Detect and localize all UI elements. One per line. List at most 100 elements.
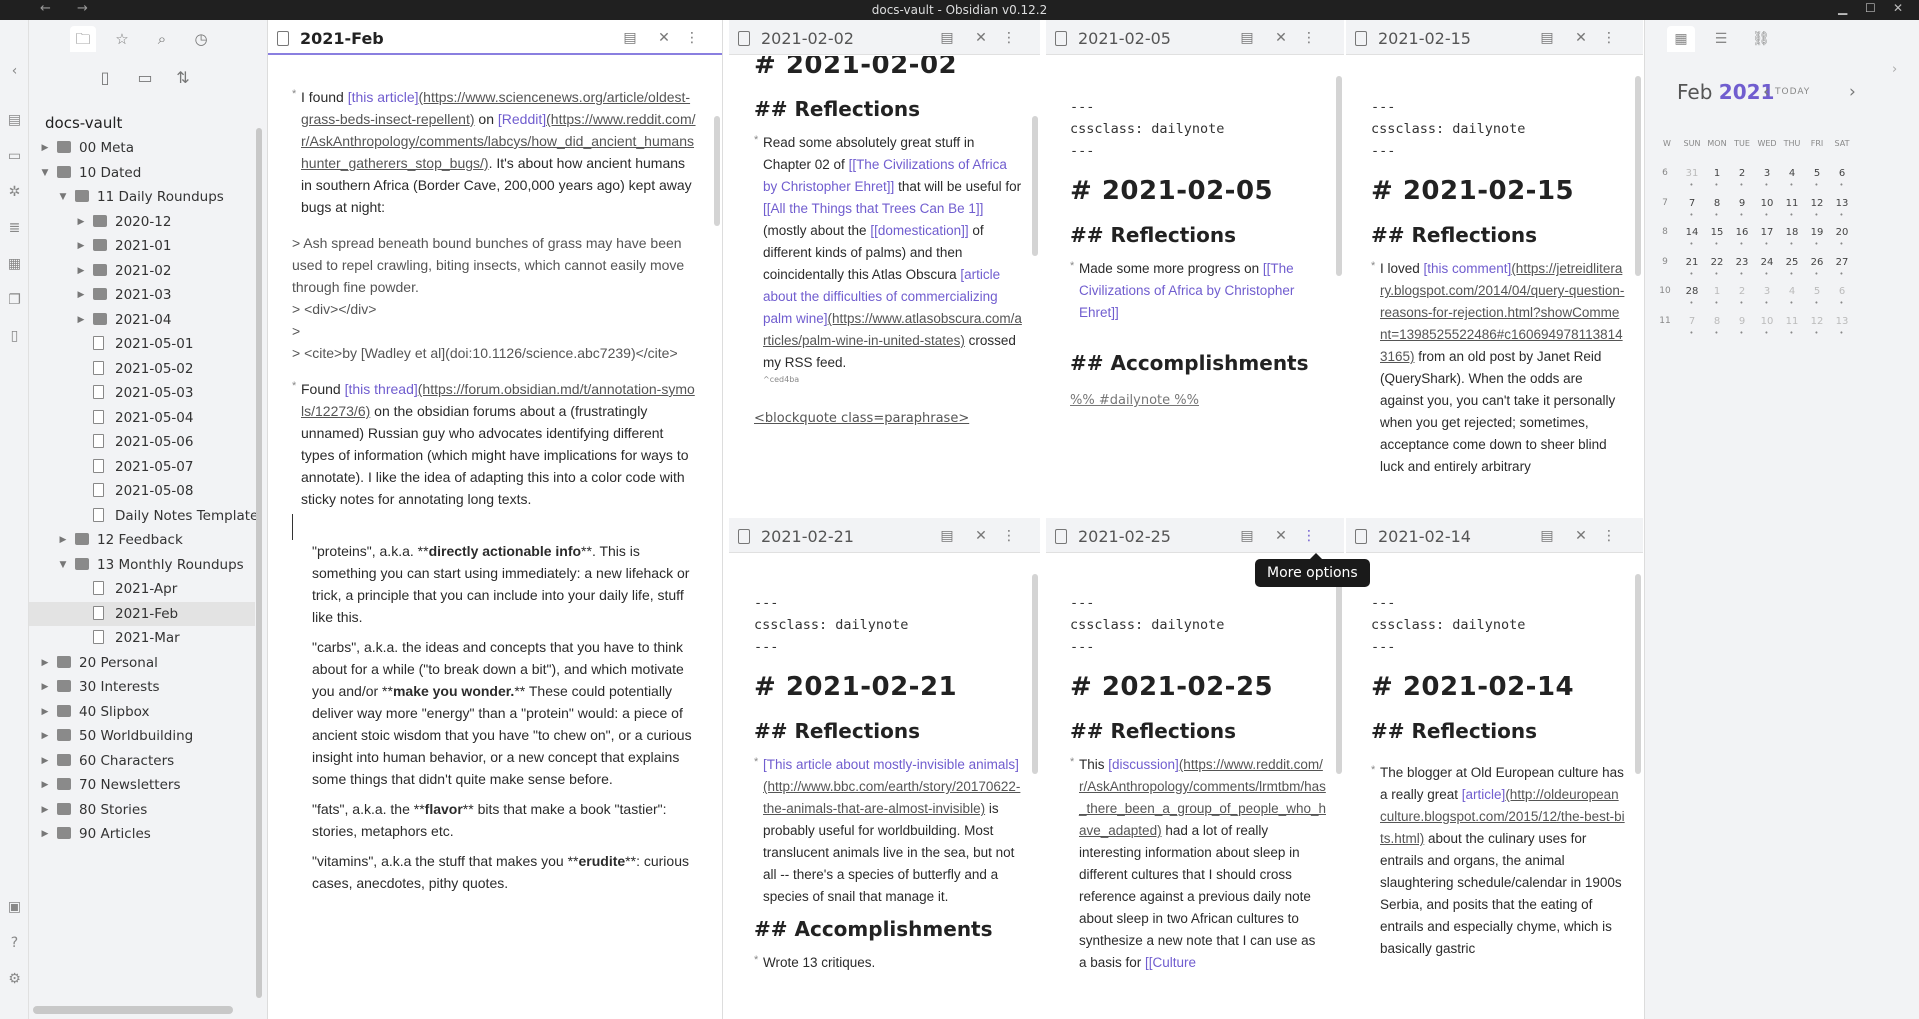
calendar-day[interactable]: 9 <box>1730 316 1754 327</box>
calendar-day[interactable]: 2 <box>1730 168 1754 179</box>
pane-body[interactable]: --- cssclass: dailynote --- # 2021-02-14… <box>1346 554 1643 1019</box>
maximize-button[interactable]: ☐ <box>1865 1 1876 15</box>
more-options-icon[interactable]: ⋮ <box>1599 526 1619 546</box>
tree-file[interactable]: 2021-05-02 <box>29 357 255 381</box>
close-pane-icon[interactable]: ✕ <box>1571 28 1591 48</box>
sort-icon[interactable]: ⇅ <box>171 68 195 92</box>
close-pane-icon[interactable]: ✕ <box>1571 526 1591 546</box>
tree-file[interactable]: 2021-05-03 <box>29 381 255 405</box>
calendar-day[interactable]: 28 <box>1680 286 1704 297</box>
tree-folder[interactable]: ▶ 2020-12 <box>29 210 255 234</box>
calendar-day[interactable]: 21 <box>1680 257 1704 268</box>
minimize-button[interactable]: ▁ <box>1838 1 1847 15</box>
tree-file[interactable]: 2021-05-08 <box>29 479 255 503</box>
tree-file[interactable]: 2021-Feb <box>29 601 255 626</box>
link[interactable]: [article] <box>1462 787 1506 802</box>
pane-body[interactable]: --- cssclass: dailynote --- # 2021-02-25… <box>1046 554 1344 1019</box>
link-tab-icon[interactable]: ⛓ <box>1747 26 1775 52</box>
calendar-week-number[interactable]: 9 <box>1655 257 1675 267</box>
link[interactable]: [discussion] <box>1108 757 1179 772</box>
chevron-right-icon[interactable]: ▶ <box>39 773 51 797</box>
tree-folder[interactable]: ▶ 80 Stories <box>29 798 255 822</box>
tree-file[interactable]: 2021-05-01 <box>29 332 255 356</box>
calendar-day[interactable]: 7 <box>1680 198 1704 209</box>
pane-scrollbar[interactable] <box>1336 76 1342 276</box>
tree-folder[interactable]: ▼ 11 Daily Roundups <box>29 185 255 209</box>
calendar-day[interactable]: 10 <box>1755 198 1779 209</box>
calendar-day[interactable]: 15 <box>1705 227 1729 238</box>
wiki-link[interactable]: [[Culture <box>1145 955 1196 970</box>
chevron-right-icon[interactable]: ▶ <box>39 136 51 160</box>
calendar-day[interactable]: 5 <box>1805 168 1829 179</box>
calendar-day[interactable]: 25 <box>1780 257 1804 268</box>
tree-folder[interactable]: ▶ 2021-02 <box>29 259 255 283</box>
more-options-icon[interactable]: ⋮ <box>1599 28 1619 48</box>
calendar-day[interactable]: 14 <box>1680 227 1704 238</box>
pane-title[interactable]: 2021-02-14 <box>1378 527 1471 546</box>
calendar-week-number[interactable]: 6 <box>1655 168 1675 178</box>
preview-mode-icon[interactable]: ▤ <box>937 28 957 48</box>
preview-mode-icon[interactable]: ▤ <box>1237 28 1257 48</box>
stack-icon[interactable]: ≣ <box>5 219 24 238</box>
tree-file[interactable]: Daily Notes Template <box>29 504 258 528</box>
tree-file[interactable]: 2021-05-04 <box>29 406 255 430</box>
pane-title[interactable]: 2021-02-02 <box>761 29 854 48</box>
calendar-week-number[interactable]: 10 <box>1655 286 1675 296</box>
settings-icon[interactable]: ⚙ <box>5 970 24 989</box>
chevron-right-icon[interactable]: ▶ <box>75 234 87 258</box>
calendar-day[interactable]: 12 <box>1805 316 1829 327</box>
calendar-day[interactable]: 6 <box>1830 168 1854 179</box>
tree-folder[interactable]: ▶ 2021-04 <box>29 308 255 332</box>
calendar-day[interactable]: 1 <box>1705 168 1729 179</box>
calendar-day[interactable]: 3 <box>1755 168 1779 179</box>
calendar-week-number[interactable]: 11 <box>1655 316 1675 326</box>
calendar-day[interactable]: 27 <box>1830 257 1854 268</box>
calendar-day[interactable]: 22 <box>1705 257 1729 268</box>
calendar-day[interactable]: 6 <box>1830 286 1854 297</box>
calendar-day[interactable]: 3 <box>1755 286 1779 297</box>
chevron-right-icon[interactable]: ▶ <box>75 259 87 283</box>
graph-icon[interactable]: ✲ <box>5 183 24 202</box>
collapse-left-icon[interactable]: ‹ <box>5 62 24 81</box>
calendar-day[interactable]: 8 <box>1705 316 1729 327</box>
pane-title[interactable]: 2021-02-21 <box>761 527 854 546</box>
chevron-right-icon[interactable]: ▶ <box>39 749 51 773</box>
more-options-icon[interactable]: ⋮ <box>682 28 702 48</box>
open-file-icon[interactable]: ▭ <box>5 147 24 166</box>
tree-file[interactable]: 2021-Mar <box>29 626 255 650</box>
calendar-day[interactable]: 11 <box>1780 316 1804 327</box>
preview-mode-icon[interactable]: ▤ <box>1537 526 1557 546</box>
more-options-icon[interactable]: ⋮ <box>1299 526 1319 546</box>
pane-scrollbar[interactable] <box>1635 76 1641 276</box>
pane-scrollbar[interactable] <box>1032 116 1038 256</box>
calendar-day[interactable]: 16 <box>1730 227 1754 238</box>
close-pane-icon[interactable]: ✕ <box>971 526 991 546</box>
more-options-icon[interactable]: ⋮ <box>999 526 1019 546</box>
calendar-day[interactable]: 4 <box>1780 168 1804 179</box>
link[interactable]: [Reddit] <box>498 111 546 127</box>
calendar-day[interactable]: 19 <box>1805 227 1829 238</box>
collapse-right-icon[interactable]: › <box>1892 62 1897 77</box>
new-folder-icon[interactable]: ▭ <box>133 68 157 92</box>
calendar-day[interactable]: 2 <box>1730 286 1754 297</box>
calendar-day[interactable]: 9 <box>1730 198 1754 209</box>
calendar-day[interactable]: 7 <box>1680 316 1704 327</box>
tree-file[interactable]: 2021-Apr <box>29 577 255 601</box>
tree-folder[interactable]: ▶ 2021-01 <box>29 234 255 258</box>
more-options-icon[interactable]: ⋮ <box>999 28 1019 48</box>
sidebar-scrollbar[interactable] <box>256 128 262 998</box>
pane-scrollbar[interactable] <box>1032 574 1038 774</box>
pane-scrollbar[interactable] <box>714 116 720 226</box>
tree-file[interactable]: 2021-05-06 <box>29 430 255 454</box>
tree-file[interactable]: 2021-05-07 <box>29 455 255 479</box>
tree-folder[interactable]: ▶ 50 Worldbuilding <box>29 724 255 748</box>
pane-body[interactable]: I found [this article](https://www.scien… <box>268 56 722 1019</box>
calendar-week-number[interactable]: 8 <box>1655 227 1675 237</box>
chevron-down-icon[interactable]: ▼ <box>57 553 69 577</box>
chevron-right-icon[interactable]: ▶ <box>39 822 51 846</box>
wiki-link[interactable]: [[All the Things that Trees Can Be 1]] <box>763 201 983 216</box>
calendar-day[interactable]: 13 <box>1830 198 1854 209</box>
calendar-day[interactable]: 5 <box>1805 286 1829 297</box>
chevron-down-icon[interactable]: ▼ <box>39 161 51 185</box>
copy-icon[interactable]: ❐ <box>5 291 24 310</box>
